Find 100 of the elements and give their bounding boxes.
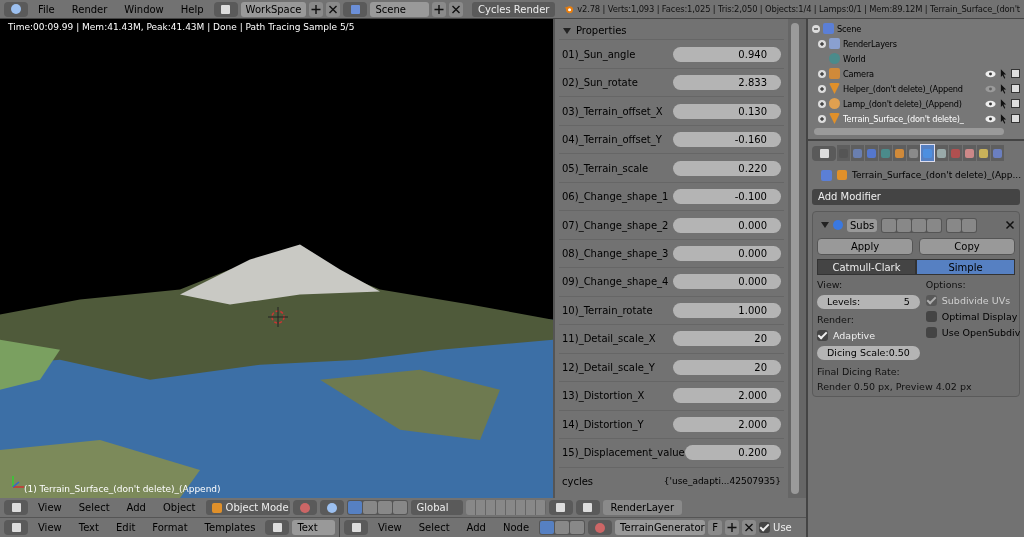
- cursor-icon[interactable]: [1000, 68, 1007, 79]
- menu-item[interactable]: Templates: [197, 522, 263, 533]
- scrollbar[interactable]: [814, 128, 1004, 135]
- properties-tab[interactable]: [963, 145, 976, 161]
- collapse-icon[interactable]: [812, 24, 820, 33]
- expand-icon[interactable]: [563, 27, 571, 34]
- number-field[interactable]: 0.130: [673, 103, 781, 119]
- menu-item[interactable]: Select: [411, 522, 457, 533]
- property-label: 10)_Terrain_rotate: [562, 304, 653, 316]
- number-field[interactable]: 2.000: [673, 388, 781, 404]
- checkbox[interactable]: [817, 330, 828, 341]
- node-type-toolbar[interactable]: [539, 520, 586, 535]
- menu-item[interactable]: Format: [145, 522, 195, 533]
- add-icon[interactable]: [725, 520, 740, 535]
- outliner-item[interactable]: World: [843, 53, 1020, 64]
- menu-item[interactable]: Add: [459, 522, 493, 533]
- menu-item[interactable]: Node: [495, 522, 537, 533]
- number-field[interactable]: 0.000: [673, 246, 781, 261]
- checkbox-label: Subdivide UVs: [941, 295, 1011, 306]
- expand-icon[interactable]: [818, 114, 826, 123]
- number-field[interactable]: 2.000: [673, 416, 781, 432]
- close-icon[interactable]: [742, 520, 757, 535]
- orientation-dropdown[interactable]: Global: [410, 500, 463, 515]
- outliner-item[interactable]: RenderLayers: [843, 38, 1020, 49]
- subdivision-type-tab[interactable]: Catmull-Clark: [817, 259, 916, 275]
- menu-item[interactable]: Object: [155, 502, 203, 513]
- number-field[interactable]: -0.160: [673, 132, 781, 148]
- panel-header[interactable]: Properties: [559, 22, 784, 40]
- outliner-item[interactable]: Terrain_Surface_(don't delete)_: [843, 113, 982, 124]
- number-field[interactable]: 0.940: [673, 46, 781, 62]
- menu-item[interactable]: Render: [64, 3, 115, 15]
- number-field[interactable]: -0.100: [673, 189, 781, 204]
- menu-item[interactable]: View: [31, 522, 69, 533]
- node-tree-field[interactable]: TerrainGenerator: [615, 520, 706, 535]
- property-label: 09)_Change_shape_4: [562, 276, 669, 288]
- checkbox[interactable]: [759, 522, 771, 533]
- expand-icon[interactable]: [818, 99, 826, 108]
- number-field[interactable]: 1.000: [673, 302, 781, 318]
- cursor-icon[interactable]: [1000, 83, 1007, 94]
- outliner-item[interactable]: Scene: [837, 23, 1020, 34]
- menu-item[interactable]: Help: [173, 3, 211, 15]
- properties-tab[interactable]: [893, 145, 906, 161]
- subdivision-type-tab[interactable]: Simple: [916, 259, 1015, 275]
- workspace-field[interactable]: WorkSpace: [240, 1, 307, 17]
- axis-gizmo-icon: [10, 474, 26, 490]
- section-label: Render:: [817, 314, 855, 325]
- property-label: 13)_Distortion_X: [562, 390, 645, 402]
- menu-item[interactable]: View: [31, 502, 69, 513]
- number-field[interactable]: 0.000: [673, 274, 781, 290]
- fake-user-button[interactable]: F: [708, 520, 723, 535]
- menu-item[interactable]: Text: [71, 522, 106, 533]
- modifier-name-field[interactable]: Subs: [847, 218, 878, 232]
- menu-item[interactable]: View: [371, 522, 409, 533]
- expand-icon[interactable]: [818, 84, 826, 93]
- checkbox[interactable]: [925, 327, 937, 338]
- menu-item[interactable]: Window: [117, 3, 171, 15]
- number-field[interactable]: 0.000: [673, 217, 781, 233]
- scene-field[interactable]: Scene: [370, 1, 430, 17]
- property-label: 05)_Terrain_scale: [562, 162, 649, 174]
- copy-button[interactable]: Copy: [919, 238, 1015, 255]
- add-icon[interactable]: [432, 1, 447, 17]
- outliner-item[interactable]: Helper_(don't delete)_(Append: [843, 83, 982, 94]
- property-label: 01)_Sun_angle: [562, 48, 636, 60]
- add-modifier-dropdown[interactable]: Add Modifier: [812, 189, 1020, 205]
- cursor-icon[interactable]: [1000, 98, 1007, 109]
- scrollbar[interactable]: [791, 23, 799, 494]
- number-field[interactable]: 2.833: [673, 75, 781, 91]
- text-name-field[interactable]: Text: [292, 520, 335, 535]
- properties-tab[interactable]: [935, 145, 948, 161]
- add-icon[interactable]: [309, 1, 324, 17]
- scene-stats: v2.78 | Verts:1,093 | Faces:1,025 | Tris:2,050 | Objects:1/4 | Lamps:0/1 | Mem:89.12M | Terrain_Surface_(don't: [577, 4, 1020, 14]
- cursor-icon[interactable]: [1000, 113, 1007, 124]
- menu-item[interactable]: Edit: [108, 522, 143, 533]
- menu-item[interactable]: File: [31, 3, 62, 15]
- number-field[interactable]: 0.200: [684, 445, 781, 461]
- eye-icon[interactable]: [985, 114, 996, 123]
- checkbox-label: Adaptive: [833, 330, 876, 341]
- mode-dropdown[interactable]: Object Mode: [205, 500, 290, 515]
- close-icon[interactable]: [1005, 220, 1015, 230]
- number-field[interactable]: 20: [673, 359, 781, 375]
- outliner-item[interactable]: Camera: [843, 68, 982, 79]
- render-layer-field[interactable]: RenderLayer: [602, 500, 683, 515]
- property-label: 06)_Change_shape_1: [562, 191, 669, 202]
- outliner-item[interactable]: Lamp_(don't delete)_(Append): [843, 98, 982, 109]
- render-engine-dropdown[interactable]: Cycles Render: [472, 1, 556, 17]
- dicing-scale-field[interactable]: Dicing Scale:0.50: [817, 346, 920, 360]
- properties-tab[interactable]: [977, 145, 990, 161]
- apply-button[interactable]: Apply: [817, 238, 913, 255]
- menu-item[interactable]: Select: [71, 502, 117, 513]
- checkbox[interactable]: [925, 311, 937, 322]
- close-icon[interactable]: [326, 1, 341, 17]
- eye-icon[interactable]: [985, 69, 996, 78]
- number-field[interactable]: 0.220: [673, 160, 781, 176]
- eye-icon[interactable]: [985, 99, 996, 108]
- menu-item[interactable]: Add: [119, 502, 153, 513]
- expand-icon[interactable]: [818, 69, 826, 78]
- number-field[interactable]: 20: [673, 331, 781, 347]
- close-icon[interactable]: [449, 1, 464, 17]
- expand-icon[interactable]: [818, 39, 826, 48]
- levels-field[interactable]: Levels: 5: [817, 295, 920, 309]
